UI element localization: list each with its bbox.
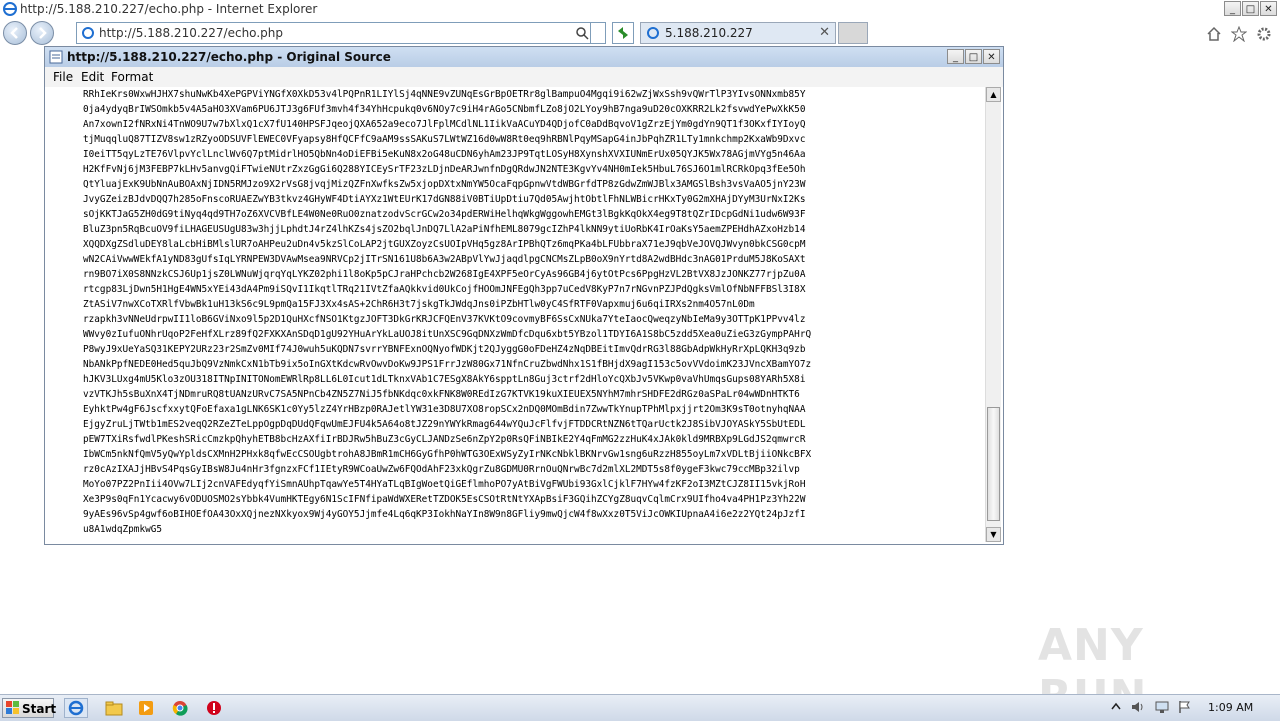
red-alert-icon bbox=[207, 701, 221, 715]
favorites-star-icon[interactable] bbox=[1231, 26, 1247, 42]
address-url[interactable]: http://5.188.210.227/echo.php bbox=[99, 26, 283, 40]
address-dropdown-button[interactable] bbox=[590, 23, 605, 43]
source-maximize-button[interactable]: □ bbox=[965, 49, 982, 64]
scroll-down-button[interactable]: ▼ bbox=[986, 527, 1001, 542]
search-icon[interactable] bbox=[575, 26, 589, 40]
forward-arrow-icon bbox=[39, 27, 47, 39]
windows-logo-icon bbox=[6, 701, 19, 714]
refresh-icon bbox=[618, 27, 628, 39]
menu-file[interactable]: File bbox=[53, 70, 73, 84]
refresh-button[interactable] bbox=[612, 22, 634, 44]
source-title-bar: http://5.188.210.227/echo.php - Original… bbox=[45, 47, 1003, 67]
scroll-thumb[interactable] bbox=[987, 407, 1000, 521]
source-window-icon bbox=[49, 50, 63, 64]
page-icon bbox=[82, 27, 94, 39]
ie-logo-icon bbox=[3, 2, 17, 16]
tab-page-icon bbox=[647, 27, 659, 39]
taskbar-media-player-button[interactable] bbox=[134, 698, 158, 718]
folder-icon bbox=[105, 701, 123, 716]
tray-expand-icon[interactable] bbox=[1110, 700, 1122, 714]
volume-icon[interactable] bbox=[1130, 700, 1146, 714]
taskbar-red-app-button[interactable] bbox=[202, 698, 226, 718]
new-tab-button[interactable] bbox=[838, 22, 868, 44]
chrome-icon bbox=[172, 701, 188, 716]
network-icon[interactable] bbox=[1154, 700, 1170, 714]
tab-title: 5.188.210.227 bbox=[665, 26, 753, 40]
clock[interactable]: 1:09 AM bbox=[1208, 701, 1253, 714]
media-player-icon bbox=[139, 701, 153, 715]
maximize-button[interactable]: □ bbox=[1242, 1, 1259, 16]
taskbar-chrome-button[interactable] bbox=[168, 698, 192, 718]
forward-button[interactable] bbox=[30, 21, 54, 45]
window-title: http://5.188.210.227/echo.php - Internet… bbox=[20, 2, 318, 16]
minimize-button[interactable]: _ bbox=[1224, 1, 1241, 16]
vertical-scrollbar[interactable]: ▲ ▼ bbox=[985, 87, 1001, 542]
action-center-flag-icon[interactable] bbox=[1178, 700, 1192, 714]
source-text: RRhIeKrs0WxwHJHX7shuNwKb4XePGPViYNGfX0Xk… bbox=[83, 89, 812, 535]
browser-tab[interactable]: 5.188.210.227 ✕ bbox=[640, 22, 836, 44]
taskbar-explorer-button[interactable] bbox=[102, 698, 126, 718]
ie-taskbar-icon bbox=[68, 700, 84, 716]
taskbar: Start 1:09 AM bbox=[0, 694, 1280, 721]
start-button[interactable]: Start bbox=[2, 698, 57, 718]
scroll-up-button[interactable]: ▲ bbox=[986, 87, 1001, 102]
back-arrow-icon bbox=[10, 27, 18, 39]
source-menu-bar: File Edit Format bbox=[45, 67, 1003, 87]
menu-edit[interactable]: Edit bbox=[81, 70, 104, 84]
taskbar-ie-button[interactable] bbox=[64, 698, 88, 718]
address-bar[interactable]: http://5.188.210.227/echo.php bbox=[76, 22, 606, 44]
ie-title-bar: http://5.188.210.227/echo.php - Internet… bbox=[0, 0, 1280, 18]
close-button[interactable]: ✕ bbox=[1260, 1, 1277, 16]
start-label: Start bbox=[22, 702, 57, 716]
ie-navigation-bar: http://5.188.210.227/echo.php 5.188.210.… bbox=[0, 18, 1280, 48]
source-viewer-window: http://5.188.210.227/echo.php - Original… bbox=[44, 46, 1004, 545]
back-button[interactable] bbox=[3, 21, 27, 45]
settings-gear-icon[interactable] bbox=[1256, 26, 1272, 42]
source-content[interactable]: RRhIeKrs0WxwHJHX7shuNwKb4XePGPViYNGfX0Xk… bbox=[47, 87, 983, 542]
source-close-button[interactable]: ✕ bbox=[983, 49, 1000, 64]
home-icon[interactable] bbox=[1206, 26, 1222, 42]
source-window-title: http://5.188.210.227/echo.php - Original… bbox=[67, 50, 391, 64]
source-minimize-button[interactable]: _ bbox=[947, 49, 964, 64]
menu-format[interactable]: Format bbox=[111, 70, 153, 84]
anyrun-watermark: ANY RUN bbox=[1038, 606, 1238, 722]
tab-close-button[interactable]: ✕ bbox=[819, 25, 830, 40]
